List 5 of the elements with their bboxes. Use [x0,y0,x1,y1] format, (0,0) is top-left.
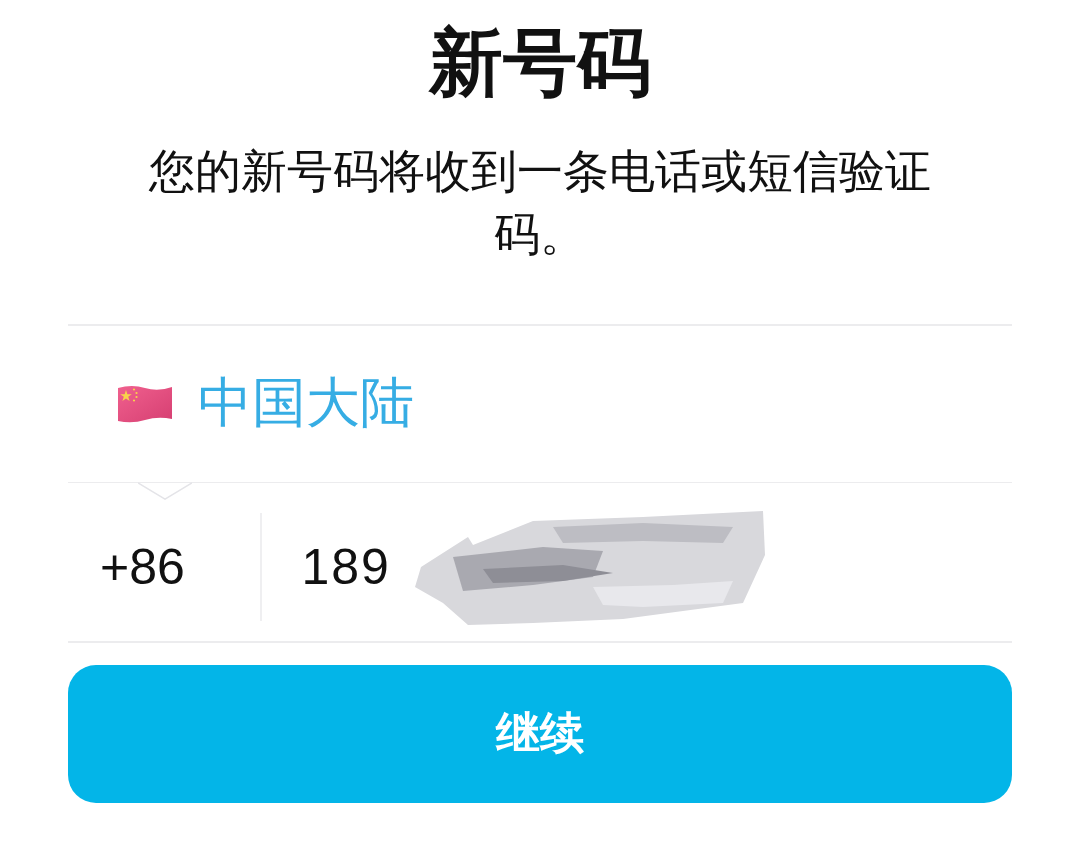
instruction-text: 您的新号码将收到一条电话或短信验证码。 [148,143,932,263]
country-code-field[interactable]: +86 [68,538,260,596]
phone-number-field[interactable]: 189 [261,507,1012,627]
page-title: 新号码 [429,18,651,106]
flag-icon [118,384,172,423]
